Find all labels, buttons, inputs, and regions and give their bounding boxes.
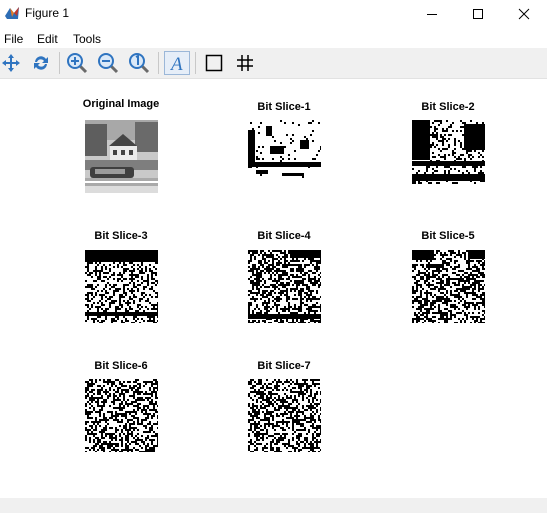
pan-button[interactable] <box>0 51 24 75</box>
maximize-icon <box>473 8 483 19</box>
zoom-in-button[interactable] <box>64 51 90 75</box>
close-button[interactable] <box>501 0 547 27</box>
bit-slice-2-image <box>412 120 485 193</box>
panel-title-bit-slice-4: Bit Slice-4 <box>257 230 311 242</box>
panel-title-bit-slice-2: Bit Slice-2 <box>421 101 475 113</box>
grid-button[interactable] <box>232 51 258 75</box>
matlab-figure-icon <box>5 7 19 19</box>
menu-bar: File Edit Tools <box>0 27 547 48</box>
zoom-out-button[interactable] <box>95 51 121 75</box>
minimize-button[interactable] <box>409 0 455 27</box>
panel-title-bit-slice-5: Bit Slice-5 <box>421 230 475 242</box>
toolbar: A <box>0 48 547 79</box>
status-bar <box>0 498 547 513</box>
rotate-button[interactable] <box>28 51 54 75</box>
rotate-icon <box>34 56 48 70</box>
insert-text-icon: A <box>169 54 183 73</box>
panel-title-bit-slice-1: Bit Slice-1 <box>257 101 311 113</box>
insert-rectangle-icon <box>205 54 223 72</box>
panel-title-bit-slice-6: Bit Slice-6 <box>94 360 148 372</box>
maximize-button[interactable] <box>455 0 501 27</box>
bit-slice-6-image <box>85 379 158 452</box>
menu-tools[interactable]: Tools <box>73 32 101 46</box>
grid-icon <box>237 55 253 71</box>
bit-slice-5-image <box>412 250 485 323</box>
title-bar: Figure 1 <box>0 0 547 27</box>
bit-slice-4-image <box>248 250 321 323</box>
window-title: Figure 1 <box>25 6 70 20</box>
panel-title-original-image: Original Image <box>82 98 160 110</box>
menu-file[interactable]: File <box>4 32 23 46</box>
bit-slice-7-image <box>248 379 321 452</box>
svg-text:A: A <box>169 54 183 73</box>
bit-slice-1-image <box>248 120 321 193</box>
zoom-in-icon <box>67 53 88 74</box>
original-image <box>85 120 158 193</box>
data-cursor-button[interactable] <box>126 51 152 75</box>
data-cursor-icon <box>129 53 150 74</box>
insert-text-button[interactable]: A <box>164 51 190 75</box>
menu-edit[interactable]: Edit <box>37 32 58 46</box>
minimize-icon <box>427 13 437 15</box>
panel-title-bit-slice-3: Bit Slice-3 <box>94 230 148 242</box>
close-icon <box>518 8 530 19</box>
figure-canvas[interactable]: Original Image Bit Slice-1 Bit Slice-2 B… <box>0 79 547 498</box>
insert-rectangle-button[interactable] <box>201 51 227 75</box>
pan-icon <box>2 54 20 72</box>
zoom-out-icon <box>98 53 119 74</box>
bit-slice-3-image <box>85 250 158 323</box>
panel-title-bit-slice-7: Bit Slice-7 <box>257 360 311 372</box>
